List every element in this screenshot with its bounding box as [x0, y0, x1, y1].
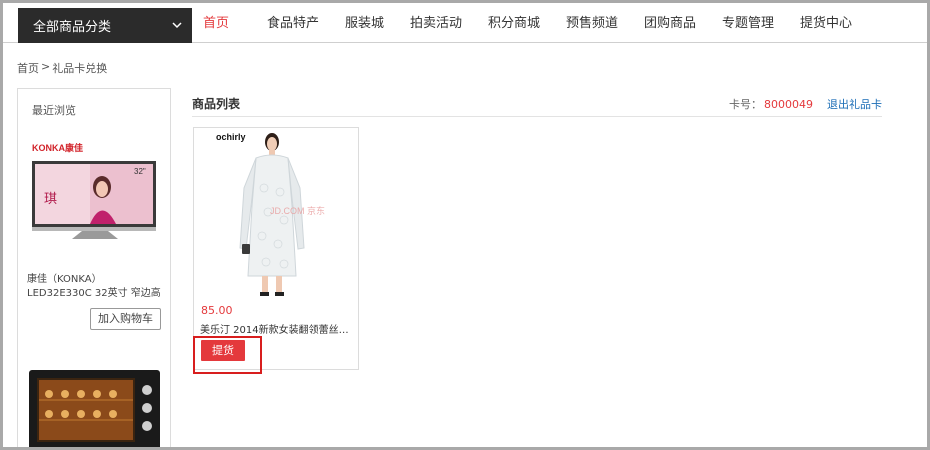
add-to-cart-button[interactable]: 加入购物车: [90, 308, 161, 330]
tv-product-name[interactable]: 康佳（KONKA） LED32E330C 32英寸 窄边高清液晶电视（银: [27, 273, 167, 301]
top-nav: 全部商品分类 首页 食品特产 服装城 拍卖活动 积分商城 预售频道 团购商品 专…: [3, 3, 927, 43]
product-card: ochirly JD.COM 京东 85.00 美乐汀 2014新款女装翻领蕾丝…: [193, 127, 359, 370]
sidebar-title: 最近浏览: [32, 104, 76, 117]
section-divider: [192, 116, 882, 117]
tv-product-image[interactable]: KONKA康佳 琪 32": [30, 141, 160, 249]
ochirly-logo: ochirly: [216, 132, 246, 142]
card-number-label: 卡号：: [729, 98, 762, 111]
product-name[interactable]: 美乐汀 2014新款女装翻领蕾丝提花连衣裙: [200, 321, 354, 336]
konka-logo: KONKA康佳: [32, 142, 83, 153]
nav-item-topics[interactable]: 专题管理: [722, 3, 800, 43]
breadcrumb: 首页 > 礼品卡兑换: [17, 60, 107, 76]
tv-screen-size: 32": [134, 167, 146, 176]
nav-item-auction[interactable]: 拍卖活动: [410, 3, 488, 43]
jd-watermark: JD.COM 京东: [270, 205, 325, 216]
nav-items: 首页 食品特产 服装城 拍卖活动 积分商城 预售频道 团购商品 专题管理 提货中…: [203, 3, 878, 43]
card-number-value: 8000049: [764, 97, 813, 111]
chevron-down-icon: [172, 22, 182, 29]
gift-card-info: 卡号： 8000049 退出礼品卡: [729, 96, 882, 112]
nav-item-pickup-center[interactable]: 提货中心: [800, 3, 878, 43]
pickup-button[interactable]: 提货: [201, 340, 245, 361]
recently-viewed-sidebar: 最近浏览 KONKA康佳 琪 32" 康佳（KONKA） LED32E330C …: [17, 88, 171, 448]
nav-item-presale[interactable]: 预售频道: [566, 3, 644, 43]
nav-item-clothing[interactable]: 服装城: [345, 3, 410, 43]
nav-item-home[interactable]: 首页: [203, 3, 267, 43]
product-list-title: 商品列表: [192, 97, 241, 111]
dress-product-image[interactable]: ochirly JD.COM 京东: [204, 128, 350, 300]
breadcrumb-home-link[interactable]: 首页: [17, 60, 39, 76]
category-menu-button[interactable]: 全部商品分类: [18, 8, 192, 43]
nav-item-food[interactable]: 食品特产: [267, 3, 345, 43]
exit-gift-card-link[interactable]: 退出礼品卡: [827, 96, 882, 112]
svg-text:琪: 琪: [44, 192, 57, 207]
category-menu-label: 全部商品分类: [33, 20, 112, 35]
breadcrumb-current: 礼品卡兑换: [52, 62, 108, 75]
nav-item-points-mall[interactable]: 积分商城: [488, 3, 566, 43]
product-price: 85.00: [201, 304, 233, 317]
breadcrumb-separator: >: [41, 60, 51, 73]
nav-item-group-buy[interactable]: 团购商品: [644, 3, 722, 43]
oven-product-image[interactable]: [29, 370, 160, 448]
